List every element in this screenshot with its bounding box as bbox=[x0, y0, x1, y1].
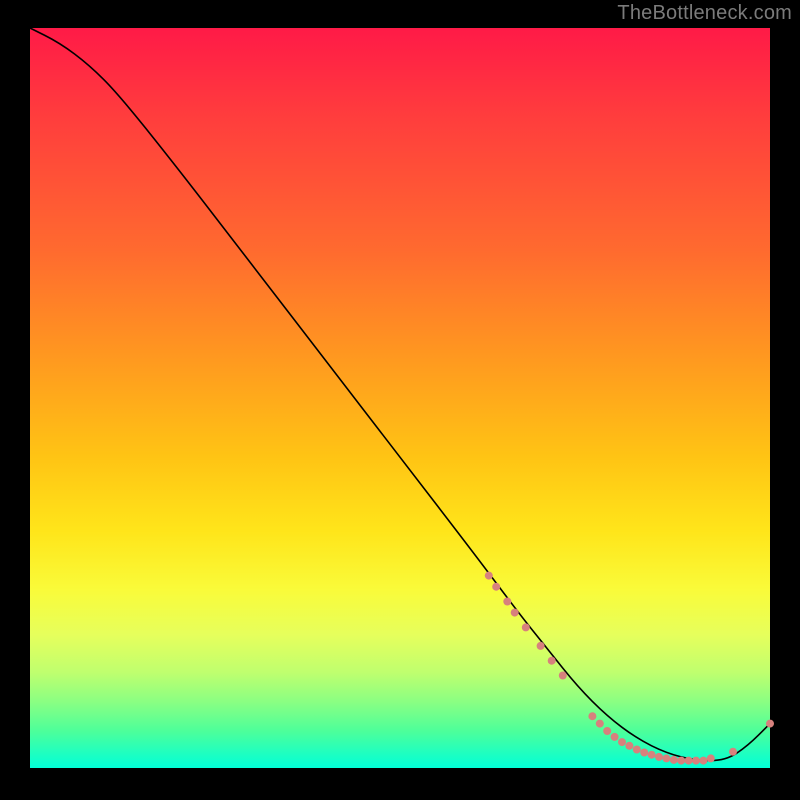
highlight-point bbox=[503, 598, 511, 606]
highlight-point bbox=[537, 642, 545, 650]
highlight-point bbox=[611, 733, 619, 741]
highlight-point bbox=[655, 753, 663, 761]
plot-area bbox=[30, 28, 770, 768]
highlight-point bbox=[492, 583, 500, 591]
highlight-point bbox=[559, 672, 567, 680]
highlight-point bbox=[511, 609, 519, 617]
highlight-point bbox=[603, 727, 611, 735]
curve-svg bbox=[30, 28, 770, 768]
highlight-point bbox=[729, 748, 737, 756]
highlight-markers bbox=[485, 572, 774, 765]
highlight-point bbox=[485, 572, 493, 580]
attribution-text: TheBottleneck.com bbox=[617, 2, 792, 25]
highlight-point bbox=[640, 749, 648, 757]
highlight-point bbox=[596, 720, 604, 728]
highlight-point bbox=[707, 754, 715, 762]
chart-frame: TheBottleneck.com bbox=[0, 0, 800, 800]
highlight-point bbox=[677, 757, 685, 765]
highlight-point bbox=[588, 712, 596, 720]
highlight-point bbox=[522, 623, 530, 631]
highlight-point bbox=[670, 756, 678, 764]
highlight-point bbox=[699, 757, 707, 765]
highlight-point bbox=[633, 746, 641, 754]
highlight-point bbox=[766, 720, 774, 728]
highlight-point bbox=[692, 757, 700, 765]
highlight-point bbox=[618, 738, 626, 746]
highlight-point bbox=[662, 754, 670, 762]
bottleneck-curve bbox=[30, 28, 770, 761]
highlight-point bbox=[548, 657, 556, 665]
highlight-point bbox=[648, 751, 656, 759]
highlight-point bbox=[685, 757, 693, 765]
highlight-point bbox=[625, 742, 633, 750]
